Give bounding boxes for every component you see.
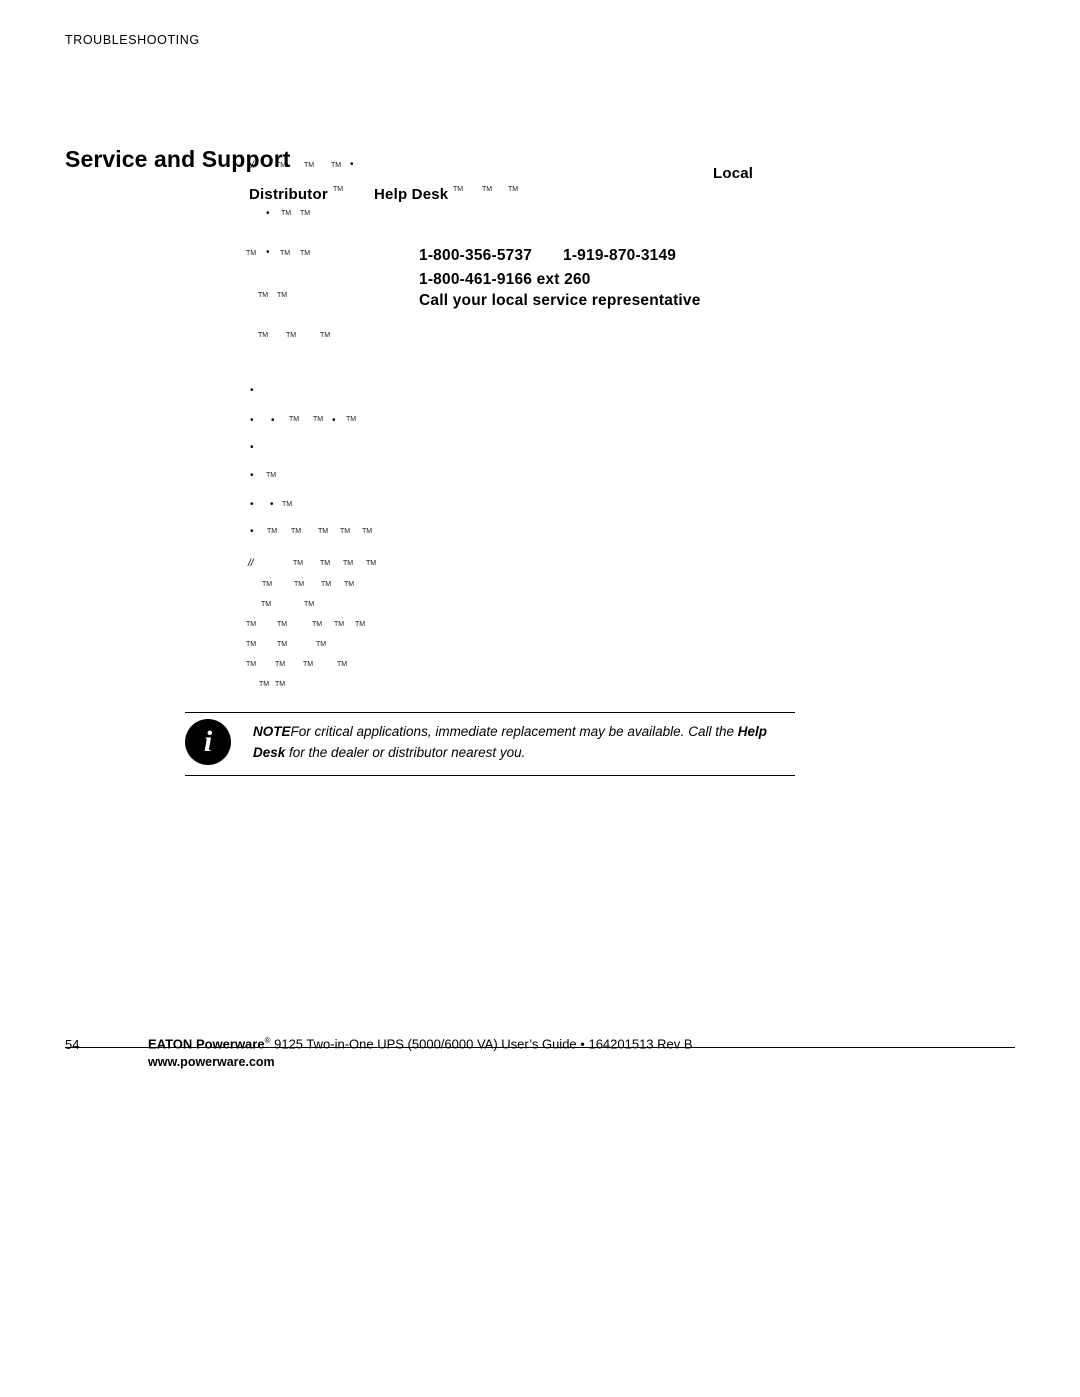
- artifact-tm: TM: [337, 661, 348, 668]
- artifact-tm: TM: [276, 162, 287, 169]
- column-heading-local: Local: [713, 165, 754, 182]
- artifact-dot: •: [266, 208, 270, 219]
- artifact-tm: TM: [334, 621, 345, 628]
- running-header: TROUBLESHOOTING: [65, 33, 200, 47]
- note-body-1: For critical applications, immediate rep…: [290, 724, 738, 739]
- footer-citation: EATON Powerware® 9125 Two-in-One UPS (50…: [148, 1036, 693, 1051]
- artifact-tm: TM: [362, 528, 373, 535]
- footer-separator: •: [580, 1036, 585, 1052]
- artifact-dot: •: [266, 247, 270, 258]
- note-label: NOTE: [253, 724, 291, 739]
- artifact-tm: TM: [246, 641, 257, 648]
- artifact-dot: •: [350, 159, 354, 170]
- footer-doc-id: 164201513 Rev B: [588, 1036, 693, 1052]
- column-heading-distributor: Distributor: [249, 186, 328, 203]
- info-icon: i: [185, 719, 231, 765]
- page-number: 54: [65, 1037, 80, 1052]
- artifact-tm: TM: [259, 681, 270, 688]
- artifact-tm: TM: [246, 250, 257, 257]
- artifact-tm: TM: [482, 186, 493, 193]
- artifact-tm: TM: [277, 292, 288, 299]
- artifact-tm: TM: [262, 581, 273, 588]
- contact-local-rep: Call your local service representative: [419, 292, 701, 309]
- artifact-tm: TM: [344, 581, 355, 588]
- artifact-tm: TM: [246, 621, 257, 628]
- footer-product-pre: Powerware: [195, 1036, 265, 1052]
- artifact-tm: TM: [294, 581, 305, 588]
- artifact-slash: //: [248, 558, 254, 569]
- footer-product-post: 9125 Two-in-One UPS (5000/6000 VA) User’…: [270, 1036, 577, 1052]
- artifact-tm: TM: [303, 661, 314, 668]
- artifact-tm: TM: [355, 621, 366, 628]
- artifact-tm: TM: [321, 581, 332, 588]
- artifact-dot: •: [250, 499, 254, 510]
- artifact-tm: TM: [277, 641, 288, 648]
- artifact-tm: TM: [277, 621, 288, 628]
- artifact-tm: TM: [267, 528, 278, 535]
- artifact-tm: TM: [291, 528, 302, 535]
- artifact-tm: TM: [266, 472, 277, 479]
- artifact-dot: •: [250, 415, 254, 426]
- artifact-tm: TM: [320, 332, 331, 339]
- artifact-dot: •: [332, 415, 336, 426]
- artifact-tm: TM: [318, 528, 329, 535]
- artifact-tm: TM: [304, 162, 315, 169]
- note-body-2: for the dealer or distributor nearest yo…: [285, 744, 526, 760]
- artifact-tm: TM: [346, 416, 357, 423]
- artifact-tm: TM: [508, 186, 519, 193]
- artifact-tm: TM: [293, 560, 304, 567]
- column-heading-help-desk: Help Desk: [374, 186, 449, 203]
- artifact-tm: TM: [366, 560, 377, 567]
- artifact-dot: •: [250, 442, 254, 453]
- footer-brand: EATON: [148, 1036, 193, 1052]
- artifact-dot: •: [270, 499, 274, 510]
- document-page: TROUBLESHOOTING Service and Support // T…: [0, 0, 1080, 1397]
- contact-intl-phone: 1-919-870-3149: [563, 247, 677, 264]
- artifact-tm: TM: [280, 250, 291, 257]
- footer-url: www.powerware.com: [148, 1055, 275, 1069]
- artifact-tm: TM: [289, 416, 300, 423]
- artifact-tm: TM: [300, 210, 311, 217]
- artifact-tm: TM: [258, 332, 269, 339]
- artifact-dot: •: [250, 470, 254, 481]
- artifact-tm: TM: [320, 560, 331, 567]
- artifact-tm: TM: [312, 621, 323, 628]
- contact-canada-phone: 1-800-461-9166 ext 260: [419, 271, 591, 288]
- artifact-dot: •: [271, 415, 275, 426]
- artifact-tm: TM: [343, 560, 354, 567]
- note-text: NOTEFor critical applications, immediate…: [253, 722, 793, 764]
- artifact-tm: TM: [453, 186, 464, 193]
- contact-us-phone: 1-800-356-5737: [419, 247, 533, 264]
- artifact-tm: TM: [313, 416, 324, 423]
- artifact-slash: //: [251, 160, 257, 171]
- artifact-tm: TM: [331, 162, 342, 169]
- artifact-tm: TM: [275, 661, 286, 668]
- artifact-tm: TM: [333, 186, 344, 193]
- artifact-tm: TM: [258, 292, 269, 299]
- artifact-dot: •: [250, 526, 254, 537]
- artifact-tm: TM: [286, 332, 297, 339]
- artifact-tm: TM: [304, 601, 315, 608]
- artifact-tm: TM: [282, 501, 293, 508]
- artifact-tm: TM: [316, 641, 327, 648]
- artifact-tm: TM: [261, 601, 272, 608]
- artifact-tm: TM: [300, 250, 311, 257]
- artifact-tm: TM: [340, 528, 351, 535]
- artifact-dot: •: [250, 385, 254, 396]
- artifact-tm: TM: [246, 661, 257, 668]
- artifact-tm: TM: [275, 681, 286, 688]
- note-callout: i NOTEFor critical applications, immedia…: [185, 712, 795, 776]
- artifact-tm: TM: [281, 210, 292, 217]
